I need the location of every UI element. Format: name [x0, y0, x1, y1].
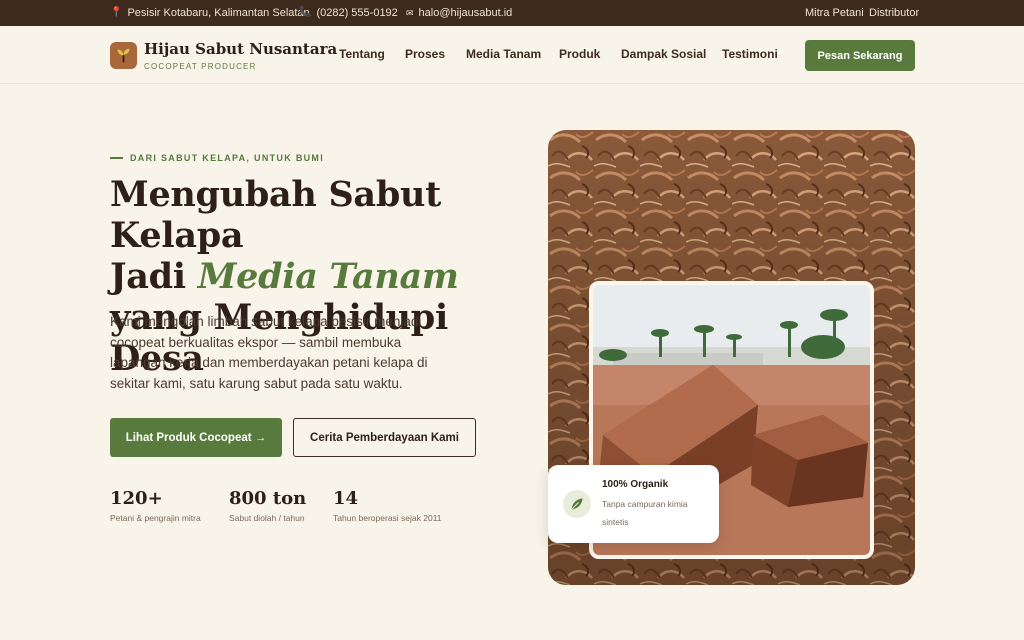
email-text: halo@hijausabut.id — [418, 7, 513, 19]
topbar-link-mitra[interactable]: Mitra Petani — [805, 0, 864, 26]
site-header: Hijau Sabut Nusantara COCOPEAT PRODUCER … — [0, 26, 1024, 84]
hero-eyebrow: DARI SABUT KELAPA, UNTUK BUMI — [110, 153, 324, 163]
order-now-button[interactable]: Pesan Sekarang — [805, 40, 915, 71]
nav-item-tentang[interactable]: Tentang — [339, 47, 385, 61]
brand-name[interactable]: Hijau Sabut Nusantara — [144, 40, 337, 58]
stat-value: 120+ — [110, 488, 163, 509]
topbar-link-label: Mitra Petani — [805, 7, 864, 19]
headline-accent: Media Tanam — [197, 256, 459, 297]
email-link[interactable]: ✉ halo@hijausabut.id — [406, 0, 512, 26]
brand-logo[interactable] — [110, 42, 137, 69]
phone-icon: 📞 — [299, 7, 312, 18]
stat-label: Petani & pengrajin mitra — [110, 513, 201, 523]
organic-badge-card: 100% Organik Tanpa campuran kimia sintet… — [548, 465, 719, 543]
view-products-button[interactable]: Lihat Produk Cocopeat → — [110, 418, 282, 457]
stat-label: Sabut diolah / tahun — [229, 513, 305, 523]
eyebrow-text: DARI SABUT KELAPA, UNTUK BUMI — [130, 153, 325, 163]
topbar-link-distributor[interactable]: Distributor — [869, 0, 919, 26]
hero-lead-paragraph: Kami mengolah limbah sabut kelapa pesisi… — [110, 314, 428, 391]
stat-years: 14 Tahun beroperasi sejak 2011 — [333, 488, 442, 523]
nav-item-dampak-sosial[interactable]: Dampak Sosial — [621, 47, 706, 61]
empowerment-story-button[interactable]: Cerita Pemberdayaan Kami — [293, 418, 476, 457]
top-info-bar: 📍 Pesisir Kotabaru, Kalimantan Selatan 📞… — [0, 0, 1024, 26]
stat-value: 800 ton — [229, 488, 307, 509]
location-info: 📍 Pesisir Kotabaru, Kalimantan Selatan — [110, 0, 310, 26]
mail-icon: ✉ — [406, 7, 414, 18]
leaf-icon — [563, 490, 591, 518]
stat-value: 14 — [333, 488, 359, 509]
nav-item-proses[interactable]: Proses — [405, 47, 445, 61]
location-pin-icon: 📍 — [110, 7, 123, 18]
topbar-link-label: Distributor — [869, 7, 920, 19]
sprout-logo-icon — [117, 48, 130, 63]
phone-link[interactable]: 📞 (0282) 555-0192 — [299, 0, 398, 26]
badge-title: 100% Organik — [602, 479, 669, 490]
nav-item-produk[interactable]: Produk — [559, 47, 600, 61]
headline-line-1: Mengubah Sabut Kelapa — [110, 174, 442, 256]
headline-line-2-prefix: Jadi — [110, 256, 198, 297]
nav-item-media-tanam[interactable]: Media Tanam — [466, 47, 541, 61]
badge-description: Tanpa campuran kimia sintetis — [602, 499, 688, 527]
brand-tagline: COCOPEAT PRODUCER — [144, 62, 257, 71]
stat-tonnage: 800 ton Sabut diolah / tahun — [229, 488, 306, 523]
location-text: Pesisir Kotabaru, Kalimantan Selatan — [127, 7, 310, 19]
stat-partners: 120+ Petani & pengrajin mitra — [110, 488, 201, 523]
stat-label: Tahun beroperasi sejak 2011 — [333, 513, 442, 523]
phone-text: (0282) 555-0192 — [316, 7, 398, 19]
eyebrow-dash — [110, 157, 123, 159]
nav-item-testimoni[interactable]: Testimoni — [722, 47, 778, 61]
